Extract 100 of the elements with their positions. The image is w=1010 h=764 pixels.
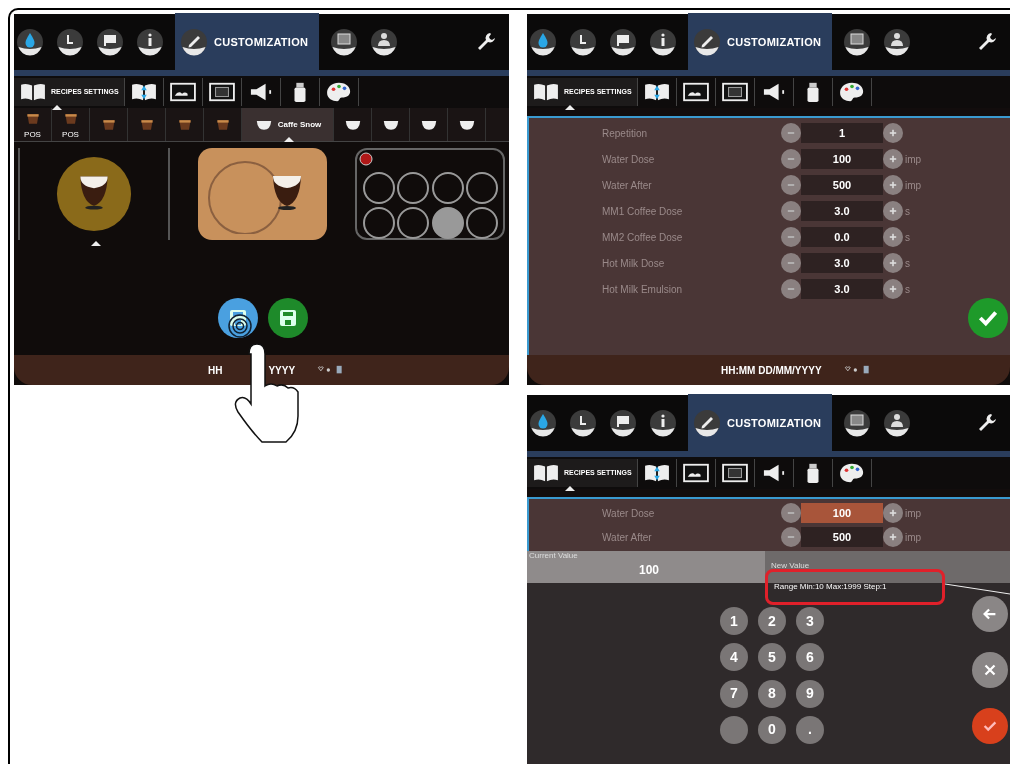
menu-tab[interactable]	[609, 28, 637, 56]
palette-icon	[837, 462, 866, 484]
menu-tab[interactable]	[569, 409, 597, 437]
key-button[interactable]: 9	[796, 679, 824, 708]
info-icon	[649, 28, 677, 56]
key-button[interactable]: 4	[720, 643, 748, 672]
parameter-label: MM1 Coffee Dose	[602, 204, 684, 219]
minus-button[interactable]	[781, 527, 801, 547]
slot[interactable]	[465, 172, 498, 204]
confirm-button[interactable]	[968, 298, 1008, 338]
plus-button[interactable]	[883, 503, 903, 523]
slot[interactable]	[363, 207, 396, 239]
tab[interactable]: CUSTOMIZATION	[689, 14, 832, 70]
unit-label: s	[905, 230, 910, 245]
minus-button[interactable]	[781, 149, 801, 169]
menu-tab[interactable]	[649, 28, 677, 56]
parameter-label: Hot Milk Emulsion	[602, 282, 684, 297]
frame-icon	[720, 81, 749, 103]
person-icon	[370, 28, 399, 56]
value-field[interactable]: 3.0	[801, 201, 883, 221]
value-field[interactable]: 500	[801, 527, 883, 547]
slot[interactable]	[397, 172, 430, 204]
key-button[interactable]: 7	[720, 679, 748, 708]
key-button[interactable]: 3	[796, 607, 824, 635]
pencil-icon	[693, 409, 721, 437]
menu-tab[interactable]	[529, 409, 557, 437]
value-field[interactable]: 100	[801, 149, 883, 169]
plus-button[interactable]	[883, 175, 903, 195]
drink-tab[interactable]: POS	[52, 108, 90, 141]
unit-label: imp	[905, 530, 922, 545]
new-value-field[interactable]: New Value	[765, 551, 1010, 583]
value-field[interactable]: 100	[801, 503, 883, 523]
slot[interactable]	[431, 172, 464, 204]
menu-tab[interactable]	[136, 28, 164, 56]
plus-button[interactable]	[883, 279, 903, 299]
value-field[interactable]: 1	[801, 123, 883, 143]
plus-button[interactable]	[883, 227, 903, 247]
key-button[interactable]: 6	[796, 643, 824, 672]
minus-button[interactable]	[781, 253, 801, 273]
menu-tab[interactable]	[16, 28, 44, 56]
book-icon	[19, 81, 47, 103]
slot[interactable]	[431, 207, 464, 239]
cancel-button[interactable]	[972, 652, 1008, 688]
plus-button[interactable]	[883, 253, 903, 273]
key-button[interactable]	[720, 715, 748, 744]
minus-button[interactable]	[781, 175, 801, 195]
edit-button[interactable]	[218, 298, 258, 338]
field-label: New Value	[771, 561, 810, 570]
palette-icon	[837, 81, 866, 103]
drink-tab[interactable]: POS	[14, 108, 52, 141]
key-button[interactable]: .	[796, 715, 824, 744]
key-button[interactable]: 5	[758, 643, 786, 672]
recipe-card[interactable]	[197, 148, 328, 240]
plus-icon	[889, 509, 897, 517]
plus-icon	[889, 533, 897, 541]
menu-tab[interactable]	[370, 28, 399, 56]
slot[interactable]	[465, 207, 498, 239]
menu-tab[interactable]	[649, 409, 677, 437]
date-time-text: HH:MM DD/MM/YYYY	[721, 363, 822, 378]
save-button[interactable]	[268, 298, 308, 338]
key-button[interactable]: 0	[758, 715, 786, 744]
menu-tab[interactable]	[883, 409, 912, 437]
confirm-button[interactable]	[972, 708, 1008, 744]
value-field[interactable]: 3.0	[801, 253, 883, 273]
menu-tab[interactable]	[569, 28, 597, 56]
date-time-text: YYYY	[268, 363, 296, 378]
plus-button[interactable]	[883, 149, 903, 169]
backspace-button[interactable]	[972, 596, 1008, 632]
minus-button[interactable]	[781, 227, 801, 247]
plus-icon	[889, 181, 897, 189]
slot[interactable]	[397, 207, 430, 239]
slot[interactable]	[363, 172, 396, 204]
minus-button[interactable]	[781, 279, 801, 299]
key-button[interactable]: 2	[758, 607, 786, 635]
value-field[interactable]: 500	[801, 175, 883, 195]
key-button[interactable]: 8	[758, 679, 786, 708]
plus-icon	[889, 259, 897, 267]
value-field[interactable]: 0.0	[801, 227, 883, 247]
menu-tab[interactable]	[883, 28, 912, 56]
minus-button[interactable]	[781, 123, 801, 143]
menu-tab[interactable]	[56, 28, 84, 56]
minus-button[interactable]	[781, 503, 801, 523]
minus-button[interactable]	[781, 201, 801, 221]
menu-tab[interactable]	[843, 409, 872, 437]
plus-button[interactable]	[883, 527, 903, 547]
menu-tab[interactable]	[609, 409, 637, 437]
drink-tab[interactable]: Caffe Snow	[242, 108, 334, 141]
tab[interactable]: CUSTOMIZATION	[176, 14, 319, 70]
menu-tab[interactable]	[96, 28, 124, 56]
menu-tab[interactable]	[529, 28, 557, 56]
value-field[interactable]: 3.0	[801, 279, 883, 299]
key-button[interactable]: 1	[720, 607, 748, 635]
menu-tab[interactable]	[843, 28, 872, 56]
info-icon	[136, 28, 164, 56]
flag-icon	[609, 28, 637, 56]
tab[interactable]: CUSTOMIZATION	[689, 395, 832, 451]
unit-label: s	[905, 204, 910, 219]
menu-tab[interactable]	[330, 28, 359, 56]
plus-button[interactable]	[883, 201, 903, 221]
plus-button[interactable]	[883, 123, 903, 143]
